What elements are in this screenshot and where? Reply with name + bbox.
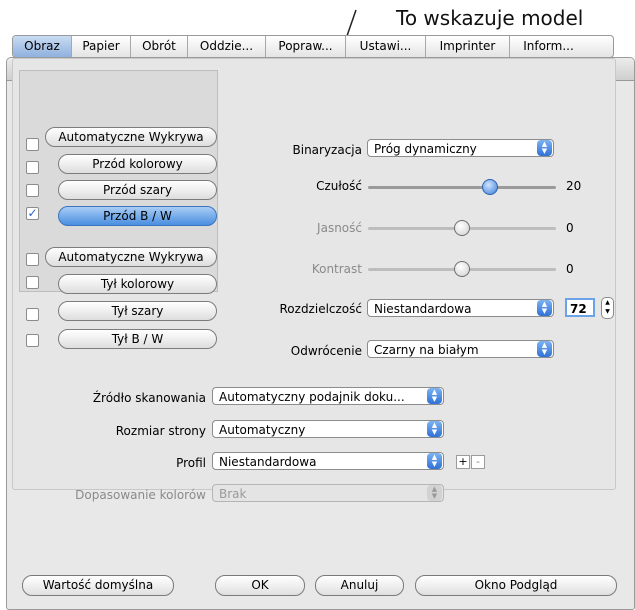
binarization-select[interactable]: Próg dynamiczny ▲ ▼ [367,139,554,157]
add-profile-button[interactable]: + [456,455,470,469]
image-type-checkbox[interactable] [26,276,39,289]
tab-bar: Obraz Papier Obrót Oddzie... Popraw... U… [12,35,614,58]
brightness-slider-knob[interactable] [454,220,470,236]
sensitivity-value: 20 [566,179,582,193]
sensitivity-slider-track[interactable] [368,186,556,189]
tab-obraz[interactable]: Obraz [13,36,72,57]
popup-arrows-icon: ▲ ▼ [427,485,442,501]
image-type-button[interactable]: Tył szary [58,301,217,321]
ok-button[interactable]: OK [215,575,305,596]
image-type-checkbox[interactable] [26,184,39,197]
popup-arrows-icon: ▲ ▼ [427,453,442,469]
resolution-select[interactable]: Niestandardowa ▲ ▼ [367,299,554,317]
popup-arrows-icon: ▲ ▼ [537,140,552,156]
image-type-checkbox-checked[interactable]: ✓ [26,207,39,220]
contrast-label: Kontrast [311,262,362,276]
contrast-value: 0 [566,262,574,276]
popup-arrows-icon: ▲ ▼ [537,341,552,357]
preview-window-button[interactable]: Okno Podgląd [415,575,617,596]
profile-select[interactable]: Niestandardowa ▲ ▼ [212,452,444,470]
sensitivity-slider-knob[interactable] [482,179,498,195]
profile-value: Niestandardowa [219,455,317,469]
page-size-value: Automatyczny [219,423,306,437]
image-type-button[interactable]: Tył kolorowy [58,274,217,294]
brightness-label: Jasność [317,221,362,235]
resolution-number-field[interactable]: 72 [565,298,595,317]
tab-oddzielanie[interactable]: Oddzie... [188,36,266,57]
brightness-value: 0 [566,221,574,235]
image-type-button[interactable]: Przód szary [58,180,217,200]
color-matching-label: Dopasowanie kolorów [75,488,206,502]
page-size-label: Rozmiar strony [115,424,206,438]
image-type-checkbox[interactable] [26,308,39,321]
inversion-select[interactable]: Czarny na białym ▲ ▼ [367,340,554,358]
page-size-select[interactable]: Automatyczny ▲ ▼ [212,420,444,438]
callout-line-1: To wskazuje model [396,6,584,30]
image-type-button[interactable]: Przód kolorowy [58,154,217,174]
tab-imprinter[interactable]: Imprinter [426,36,510,57]
binarization-label: Binaryzacja [292,143,363,157]
binarization-value: Próg dynamiczny [374,142,477,156]
defaults-button[interactable]: Wartość domyślna [22,575,174,596]
remove-profile-button[interactable]: - [471,455,485,469]
image-type-checkbox[interactable] [26,138,39,151]
tab-informacje[interactable]: Inform... [510,36,587,57]
cancel-button[interactable]: Anuluj [315,575,404,596]
scan-source-select[interactable]: Automatyczny podajnik doku... ▲ ▼ [212,387,444,405]
popup-arrows-icon: ▲ ▼ [427,421,442,437]
tab-poprawki[interactable]: Popraw... [266,36,346,57]
color-matching-value: Brak [219,487,247,501]
resolution-value: Niestandardowa [374,302,472,316]
sensitivity-label: Czułość [316,179,362,193]
resolution-label: Rozdzielczość [279,302,363,316]
image-type-button[interactable]: Automatyczne Wykrywa [45,127,217,147]
image-type-checkbox[interactable] [26,334,39,347]
color-matching-select[interactable]: Brak ▲ ▼ [212,484,444,502]
image-type-button[interactable]: Automatyczne Wykrywa [45,247,217,267]
tab-obrot[interactable]: Obrót [131,36,188,57]
popup-arrows-icon: ▲ ▼ [537,300,552,316]
image-type-button-selected[interactable]: Przód B / W [58,206,217,226]
image-type-checkbox[interactable] [26,161,39,174]
resolution-stepper-icon[interactable]: ▲ ▼ [601,297,614,319]
image-type-button[interactable]: Tył B / W [58,329,217,349]
inversion-label: Odwrócenie [290,344,362,358]
tab-papier[interactable]: Papier [72,36,131,57]
contrast-slider-knob[interactable] [454,261,470,277]
tab-ustawienia[interactable]: Ustawi... [346,36,426,57]
profile-label: Profil [176,456,206,470]
scan-source-label: Źródło skanowania [92,391,206,405]
inversion-value: Czarny na białym [374,343,479,357]
image-type-checkbox[interactable] [26,253,39,266]
scan-source-value: Automatyczny podajnik doku... [219,390,405,404]
popup-arrows-icon: ▲ ▼ [427,388,442,404]
